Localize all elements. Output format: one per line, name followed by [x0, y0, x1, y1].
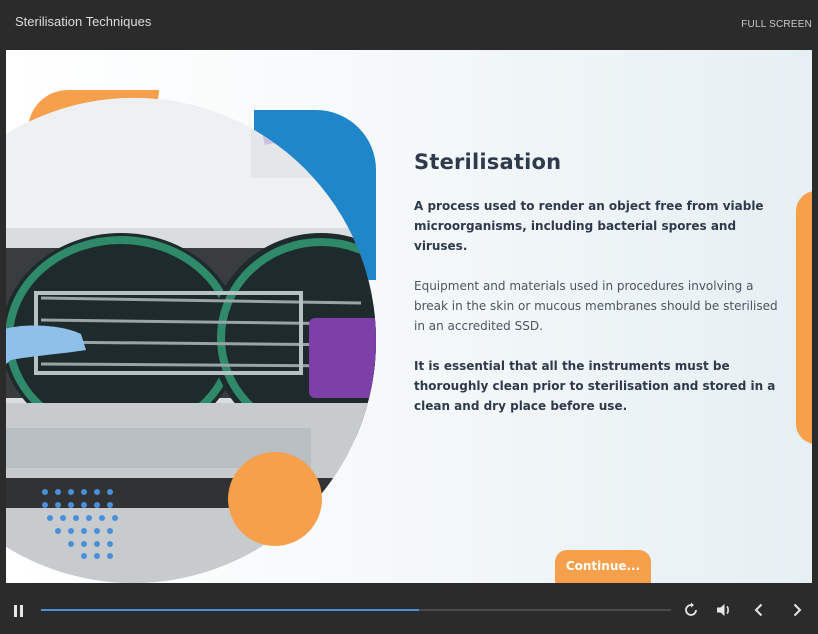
course-title: Sterilisation Techniques — [15, 14, 152, 29]
fullscreen-button[interactable]: FULL SCREEN — [741, 19, 812, 30]
decorative-side-tab — [796, 191, 812, 444]
player-controls — [0, 584, 818, 634]
decorative-dot-grid — [42, 489, 118, 559]
slide-heading: Sterilisation — [414, 150, 562, 174]
volume-icon[interactable] — [716, 602, 732, 618]
slide-canvas: Sterilisation A process used to render a… — [6, 50, 812, 583]
next-icon[interactable] — [789, 602, 805, 618]
decorative-orange-circle — [228, 452, 322, 546]
pause-icon[interactable] — [14, 605, 24, 617]
progress-bar[interactable] — [41, 609, 671, 611]
previous-icon[interactable] — [751, 602, 767, 618]
continue-button[interactable]: Continue... — [555, 550, 651, 583]
progress-fill — [41, 609, 419, 611]
slide-content: Sterilisation A process used to render a… — [414, 150, 784, 436]
player-top-bar: Sterilisation Techniques FULL SCREEN — [0, 0, 818, 49]
equipment-text: Equipment and materials used in procedur… — [414, 279, 778, 333]
definition-text: A process used to render an object free … — [414, 199, 764, 253]
replay-icon[interactable] — [683, 602, 699, 618]
cleaning-text: It is essential that all the instruments… — [414, 359, 776, 413]
